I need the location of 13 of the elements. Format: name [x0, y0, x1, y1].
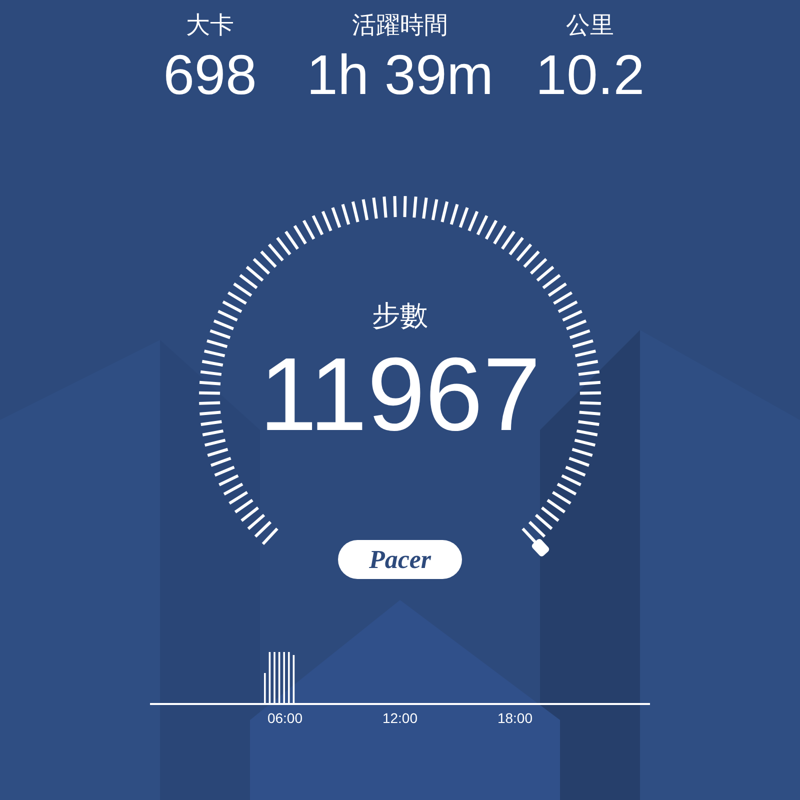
time-label: 06:00 — [266, 709, 304, 727]
pacer-logo: Pacer — [338, 540, 462, 579]
stat-label: 大卡 — [185, 10, 235, 40]
time-label: 18:00 — [496, 709, 534, 727]
stat-label: 公里 — [565, 10, 615, 40]
steps-count: 11967 — [258, 336, 542, 455]
stat-value: 1h 39m — [306, 44, 494, 106]
activity-bars-drawing — [264, 652, 295, 704]
stat-label: 活躍時間 — [351, 10, 449, 40]
stat-value: 10.2 — [534, 44, 646, 106]
steps-label: 步數 — [371, 299, 429, 333]
stat-value: 698 — [162, 44, 258, 106]
time-label: 12:00 — [381, 709, 419, 727]
